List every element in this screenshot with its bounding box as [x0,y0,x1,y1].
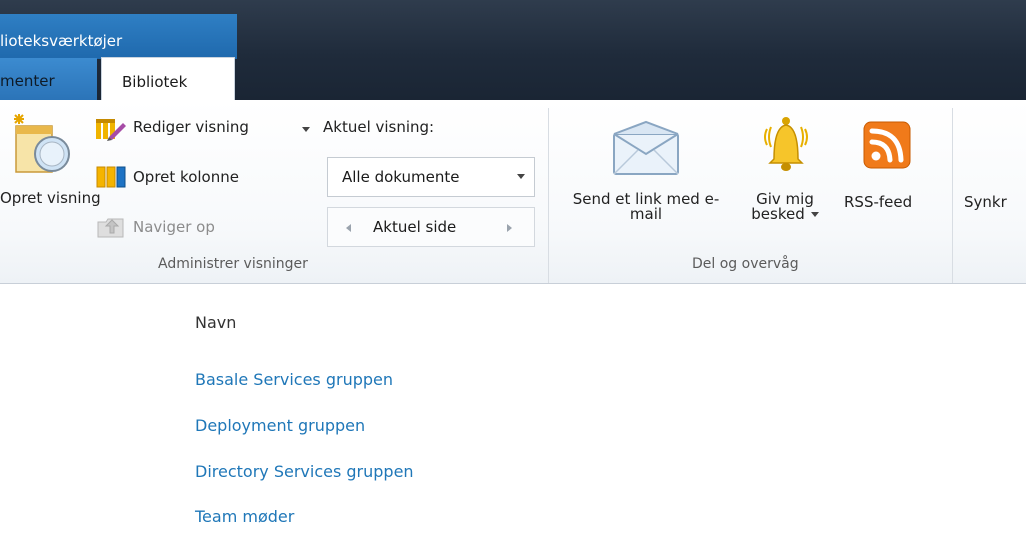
bell-icon [764,117,808,171]
rss-feed-label: RSS-feed [844,193,913,211]
envelope-icon [613,120,679,175]
navigate-up-icon [97,218,124,238]
tab-dokumenter[interactable]: menter [0,58,97,100]
tab-bibliotek[interactable]: Bibliotek [101,57,235,102]
current-page-label: Aktuel side [373,218,457,236]
list-item[interactable]: Basale Services gruppen [195,370,393,389]
current-page-pager: Aktuel side [327,207,535,247]
chevron-down-icon [517,174,525,179]
group-separator [952,108,953,283]
column-header-name[interactable]: Navn [195,313,236,332]
navigate-up-label: Naviger op [133,218,215,236]
current-view-value: Alle dokumente [342,168,460,186]
list-item[interactable]: Team møder [195,507,294,526]
edit-view-icon [96,119,126,141]
previous-page-icon[interactable] [346,224,351,232]
current-view-select[interactable]: Alle dokumente [327,157,535,197]
create-column-label: Opret kolonne [133,168,239,186]
list-item[interactable]: Directory Services gruppen [195,462,414,481]
edit-view-label: Rediger visning [133,118,249,136]
list-item[interactable]: Deployment gruppen [195,416,365,435]
group-separator [548,108,549,283]
current-view-label: Aktuel visning: [323,118,435,136]
email-link-label: Send et link med e-mail [572,190,720,223]
create-column-icon [96,166,126,188]
create-view-icon [14,114,70,173]
alert-me-label: Giv mig besked [742,192,828,222]
next-page-icon[interactable] [507,224,512,232]
alert-me-dropdown-arrow [810,212,819,217]
tab-bibliotek-label: Bibliotek [122,73,188,91]
title-bar: lioteksværktøjer menter Bibliotek [0,0,1026,102]
group-label-manage-views: Administrer visninger [158,256,308,272]
contextual-tool-group: lioteksværktøjer [0,14,237,59]
edit-view-dropdown-arrow[interactable] [302,127,310,132]
rss-icon [863,121,911,169]
tool-group-label: lioteksværktøjer [0,32,123,50]
create-view-label: Opret visning [0,189,101,207]
sync-button-label[interactable]: Synkr [964,193,1007,211]
tab-dokumenter-label: menter [0,72,55,90]
group-label-share-track: Del og overvåg [692,256,799,272]
